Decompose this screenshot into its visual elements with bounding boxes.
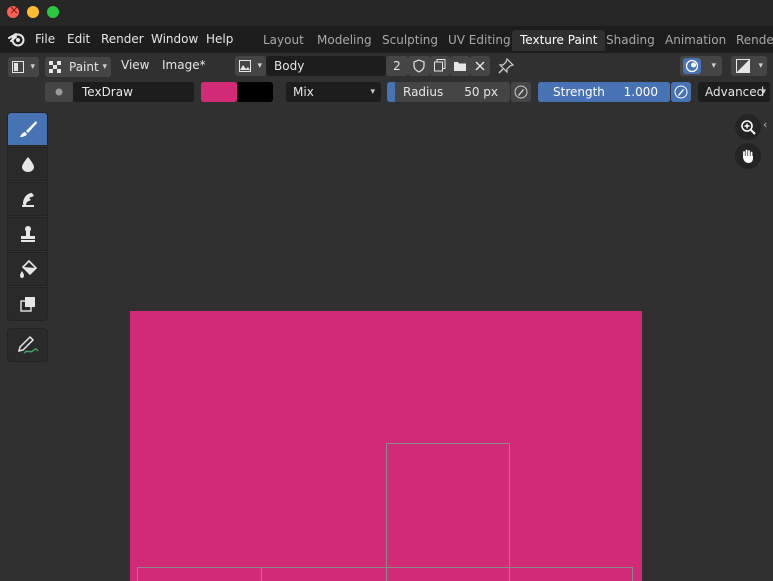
brush-preview-button[interactable] xyxy=(45,82,73,102)
brush-name-field[interactable]: TexDraw xyxy=(73,82,194,102)
tool-smear[interactable] xyxy=(7,182,48,216)
advanced-label: Advanced xyxy=(705,85,765,99)
open-image-button[interactable] xyxy=(450,56,470,76)
chevron-down-icon: ▾ xyxy=(758,61,763,71)
menu-image[interactable]: Image* xyxy=(162,58,206,72)
strength-slider[interactable]: Strength 1.000 xyxy=(538,82,670,102)
smear-icon xyxy=(21,193,34,207)
checker-paint-icon xyxy=(49,61,61,73)
chevron-down-icon: ▾ xyxy=(102,62,107,72)
pen-pressure-icon xyxy=(674,85,688,99)
sidebar-toggle-icon[interactable]: ‹ xyxy=(763,118,767,131)
pen-pressure-icon xyxy=(514,85,528,99)
menu-edit[interactable]: Edit xyxy=(67,32,90,46)
radius-label: Radius xyxy=(403,85,444,99)
tool-soften[interactable] xyxy=(7,147,48,181)
menu-file[interactable]: File xyxy=(35,32,55,46)
tool-settings-bar: TexDraw Mix ▾ Radius 50 px Strength 1.00… xyxy=(0,80,773,104)
chevron-down-icon: ▾ xyxy=(257,61,262,71)
chevron-down-icon: ▾ xyxy=(761,87,766,97)
editor-type-button[interactable]: ▾ xyxy=(8,57,39,77)
new-image-button[interactable] xyxy=(430,56,450,76)
image-display-icon xyxy=(736,59,750,73)
radius-slider-fill xyxy=(387,82,395,102)
tool-mask[interactable] xyxy=(7,287,48,321)
zoom-button[interactable] xyxy=(735,114,761,140)
chevron-down-icon: ▾ xyxy=(30,62,35,72)
blend-mode-dropdown[interactable]: Mix ▾ xyxy=(286,82,381,102)
mode-label: Paint xyxy=(69,60,99,74)
secondary-color-swatch[interactable] xyxy=(237,82,273,102)
brush-draw-icon xyxy=(19,121,37,137)
unlink-image-button[interactable] xyxy=(470,56,490,76)
workspace-tab-animation[interactable]: Animation xyxy=(657,30,734,51)
folder-icon xyxy=(454,62,466,71)
chevron-down-icon: ▾ xyxy=(711,61,716,71)
primary-color-swatch[interactable] xyxy=(201,82,237,102)
workspace-tab-layout[interactable]: Layout xyxy=(255,30,312,51)
brush-icon xyxy=(55,88,63,96)
tool-draw[interactable] xyxy=(7,112,48,146)
workspace-tab-texture-paint[interactable]: Texture Paint xyxy=(512,30,606,51)
image-name-field[interactable]: Body xyxy=(266,56,386,76)
mode-dropdown[interactable]: Paint ▾ xyxy=(45,57,111,77)
overlay-toggle[interactable] xyxy=(683,58,701,74)
pin-icon[interactable] xyxy=(498,58,514,74)
radius-value: 50 px xyxy=(464,85,498,99)
menu-view[interactable]: View xyxy=(121,58,149,72)
display-channels-dropdown[interactable]: ▾ xyxy=(731,56,767,76)
menu-render[interactable]: Render xyxy=(101,32,144,46)
menu-window[interactable]: Window xyxy=(151,32,198,46)
blend-mode-label: Mix xyxy=(293,85,314,99)
close-window-button[interactable] xyxy=(7,3,19,18)
uv-island-outline xyxy=(137,567,633,581)
fill-icon xyxy=(19,259,37,278)
chevron-down-icon: ▾ xyxy=(370,87,375,97)
duplicate-icon xyxy=(434,59,446,72)
zoom-in-icon xyxy=(741,120,756,135)
strength-pressure-toggle[interactable] xyxy=(671,82,691,102)
fake-user-button[interactable] xyxy=(408,56,430,76)
workspace-tab-rendering[interactable]: Renderi xyxy=(728,30,773,51)
clone-icon xyxy=(20,226,35,242)
workspace-tab-uv-editing[interactable]: UV Editing xyxy=(440,30,519,51)
strength-value: 1.000 xyxy=(623,85,658,99)
texture-canvas[interactable] xyxy=(130,311,642,581)
blender-logo-icon[interactable] xyxy=(8,31,26,47)
maximize-window-button[interactable] xyxy=(47,6,59,18)
annotate-icon xyxy=(17,335,39,354)
image-icon xyxy=(239,60,251,72)
tool-fill[interactable] xyxy=(7,252,48,286)
radius-slider[interactable]: Radius 50 px xyxy=(387,82,510,102)
advanced-dropdown[interactable]: Advanced ▾ xyxy=(698,82,770,102)
tool-annotate[interactable] xyxy=(7,328,48,362)
strength-label: Strength xyxy=(553,85,605,99)
workspace-tab-shading[interactable]: Shading xyxy=(598,30,663,51)
radius-pressure-toggle[interactable] xyxy=(511,82,531,102)
workspace-tab-sculpting[interactable]: Sculpting xyxy=(374,30,446,51)
shield-icon xyxy=(413,59,425,73)
uv-island-outline xyxy=(386,443,510,581)
image-browse-button[interactable]: ▾ xyxy=(235,56,266,76)
hand-pan-icon xyxy=(743,149,753,163)
top-menubar: File Edit Render Window Help Layout Mode… xyxy=(0,26,773,53)
window-titlebar xyxy=(0,0,773,26)
tool-clone[interactable] xyxy=(7,217,48,251)
workspace-tab-modeling[interactable]: Modeling xyxy=(309,30,380,51)
mask-icon xyxy=(19,297,35,312)
overlay-dropdown[interactable]: ▾ xyxy=(680,56,722,76)
pan-button[interactable] xyxy=(735,143,761,169)
menu-help[interactable]: Help xyxy=(206,32,233,46)
soften-icon xyxy=(21,157,34,172)
image-users-count[interactable]: 2 xyxy=(386,56,408,76)
image-editor-header: ▾ Paint ▾ View Image* ▾ Body 2 ▾ ▾ xyxy=(0,53,773,80)
overlay-icon xyxy=(685,59,699,73)
image-editor-icon xyxy=(12,61,24,73)
uv-island-seam xyxy=(261,567,262,581)
minimize-window-button[interactable] xyxy=(27,6,39,18)
close-icon xyxy=(475,61,485,71)
